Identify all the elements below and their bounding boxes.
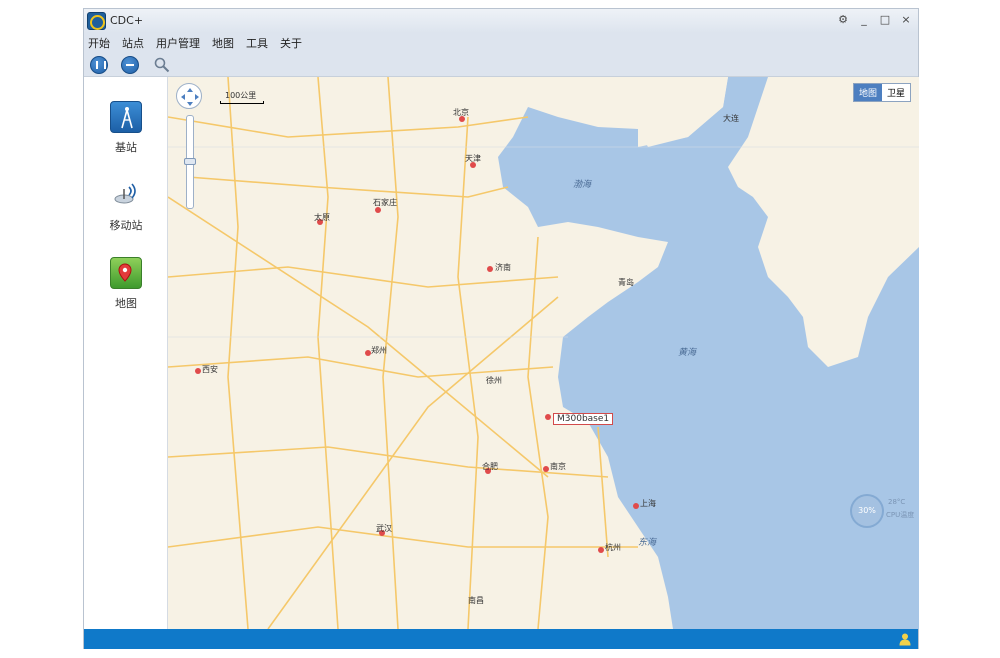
menu-about[interactable]: 关于 (280, 35, 302, 51)
city-label: 西安 (202, 365, 218, 374)
city-label: 济南 (495, 263, 511, 272)
toolbar (84, 53, 918, 77)
city-label: 南京 (550, 462, 566, 471)
settings-icon[interactable]: ⚙ (837, 14, 849, 26)
search-icon[interactable] (154, 57, 170, 73)
pan-arrows-icon (181, 88, 199, 106)
city-label: 上海 (640, 499, 656, 508)
pause-button[interactable] (90, 56, 108, 74)
map-type-toggle: 地图 卫星 (852, 83, 911, 102)
cpu-temperature: 28°C (888, 498, 906, 506)
menu-start[interactable]: 开始 (88, 35, 110, 51)
sea-label-bohai: 渤海 (573, 180, 592, 190)
sea-label-yellow-sea: 黄海 (678, 348, 697, 358)
sidebar-item-mobile-station[interactable]: 移动站 (84, 179, 168, 233)
city-label: 合肥 (482, 462, 498, 471)
city-label: 郑州 (371, 346, 387, 355)
sidebar-item-label: 基站 (115, 141, 137, 154)
station-marker-label[interactable]: M300base1 (553, 413, 614, 425)
city-label: 北京 (453, 108, 469, 117)
map-canvas (168, 77, 919, 629)
sidebar-item-label: 地图 (115, 297, 137, 310)
menu-bar: 开始 站点 用户管理 地图 工具 关于 (84, 33, 918, 53)
user-icon[interactable] (898, 632, 912, 646)
map-pin-icon (110, 257, 142, 289)
cpu-label: CPU温度 (886, 511, 915, 519)
status-bar (84, 629, 918, 649)
city-label: 南昌 (468, 596, 484, 605)
city-label: 天津 (465, 154, 481, 163)
city-label: 石家庄 (373, 198, 397, 207)
app-logo-icon (87, 12, 106, 30)
scale-bar (220, 101, 264, 104)
app-window: CDC+ ⚙ _ □ × 开始 站点 用户管理 地图 工具 关于 基站 移动站 … (83, 8, 919, 649)
pan-control[interactable] (176, 83, 202, 109)
maximize-button[interactable]: □ (879, 14, 891, 26)
zoom-slider-thumb[interactable] (184, 158, 196, 165)
close-button[interactable]: × (900, 14, 912, 26)
zoom-slider[interactable] (184, 115, 196, 209)
mobile-station-icon (110, 179, 142, 211)
sea-label-east-sea: 东海 (638, 538, 657, 548)
city-label: 杭州 (605, 543, 621, 552)
city-label: 青岛 (618, 278, 634, 287)
menu-map[interactable]: 地图 (212, 35, 234, 51)
menu-stations[interactable]: 站点 (122, 35, 144, 51)
sidebar: 基站 移动站 地图 (84, 77, 168, 629)
sidebar-item-base-station[interactable]: 基站 (84, 101, 168, 155)
base-station-icon (110, 101, 142, 133)
cpu-widget[interactable]: 30% 28°C CPU温度 (850, 494, 919, 532)
city-label: 武汉 (376, 524, 392, 533)
app-title: CDC+ (110, 14, 144, 27)
map-type-satellite[interactable]: 卫星 (882, 84, 910, 101)
window-controls: ⚙ _ □ × (837, 14, 912, 26)
minimize-button[interactable]: _ (858, 14, 870, 26)
stop-button[interactable] (121, 56, 139, 74)
map-view[interactable]: 渤海 黄海 东海 北京 天津 石家庄 济南 郑州 西安 合肥 南京 上海 武汉 … (168, 77, 919, 629)
scale-label: 100公里 (225, 91, 257, 100)
menu-tools[interactable]: 工具 (246, 35, 268, 51)
map-type-map[interactable]: 地图 (853, 84, 882, 101)
menu-user-management[interactable]: 用户管理 (156, 35, 200, 51)
cpu-percent: 30% (850, 494, 884, 528)
sidebar-item-map[interactable]: 地图 (84, 257, 168, 311)
city-label: 太原 (314, 213, 330, 222)
city-label: 大连 (723, 114, 739, 123)
city-label: 徐州 (486, 376, 502, 385)
sidebar-item-label: 移动站 (109, 219, 143, 232)
title-bar: CDC+ ⚙ _ □ × (84, 9, 918, 33)
